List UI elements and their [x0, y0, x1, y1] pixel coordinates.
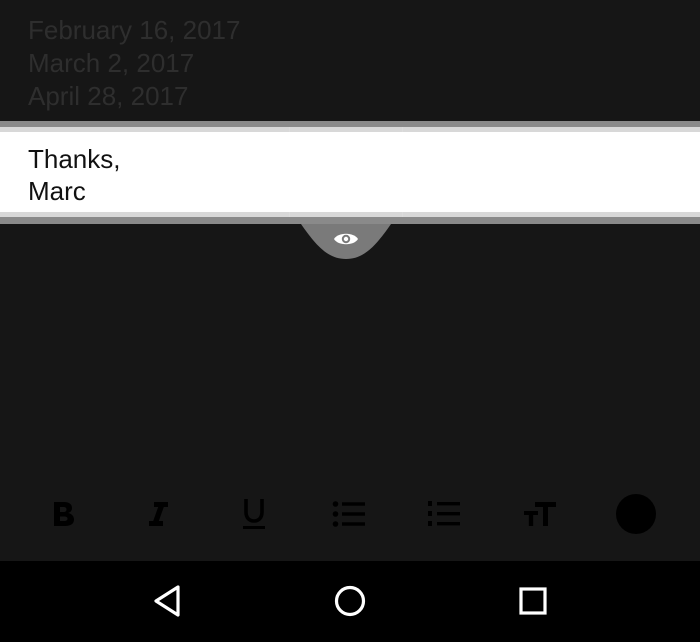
- bulleted-list-icon: [332, 501, 365, 527]
- italic-icon: [149, 502, 168, 526]
- home-icon: [334, 585, 366, 617]
- underline-icon: [243, 499, 265, 529]
- app-screen: February 16, 2017 March 2, 2017 April 28…: [0, 0, 700, 561]
- underline-button[interactable]: [230, 490, 278, 538]
- text-size-icon: [524, 502, 556, 526]
- text-color-icon: [616, 494, 656, 534]
- numbered-list-icon: [428, 501, 460, 526]
- numbered-list-button[interactable]: [420, 490, 468, 538]
- home-button[interactable]: [325, 576, 375, 626]
- recents-icon: [519, 587, 547, 615]
- text-color-button[interactable]: [612, 490, 660, 538]
- magnified-text: Thanks, Marc: [28, 143, 121, 207]
- dimmed-note-text: February 16, 2017 March 2, 2017 April 28…: [28, 14, 240, 113]
- eye-icon: [301, 224, 391, 259]
- back-button[interactable]: [142, 576, 192, 626]
- bulleted-list-button[interactable]: [325, 490, 373, 538]
- italic-button[interactable]: [134, 490, 182, 538]
- magnifier-border: Thanks, Marc: [0, 127, 700, 217]
- text-size-button[interactable]: [516, 490, 564, 538]
- bold-button[interactable]: [39, 490, 87, 538]
- formatting-toolbar: [0, 490, 700, 538]
- note-line: April 28, 2017: [28, 81, 189, 111]
- magnified-line: Marc: [28, 176, 86, 206]
- recents-button[interactable]: [508, 576, 558, 626]
- magnifier-content: Thanks, Marc: [0, 132, 700, 212]
- back-icon: [154, 585, 180, 617]
- magnifier-handle[interactable]: [301, 224, 391, 260]
- magnified-line: Thanks,: [28, 144, 121, 174]
- note-line: February 16, 2017: [28, 15, 241, 45]
- bold-icon: [54, 502, 74, 526]
- system-navigation-bar: [0, 561, 700, 642]
- magnifier-window: Thanks, Marc: [0, 121, 700, 224]
- note-line: March 2, 2017: [28, 48, 195, 78]
